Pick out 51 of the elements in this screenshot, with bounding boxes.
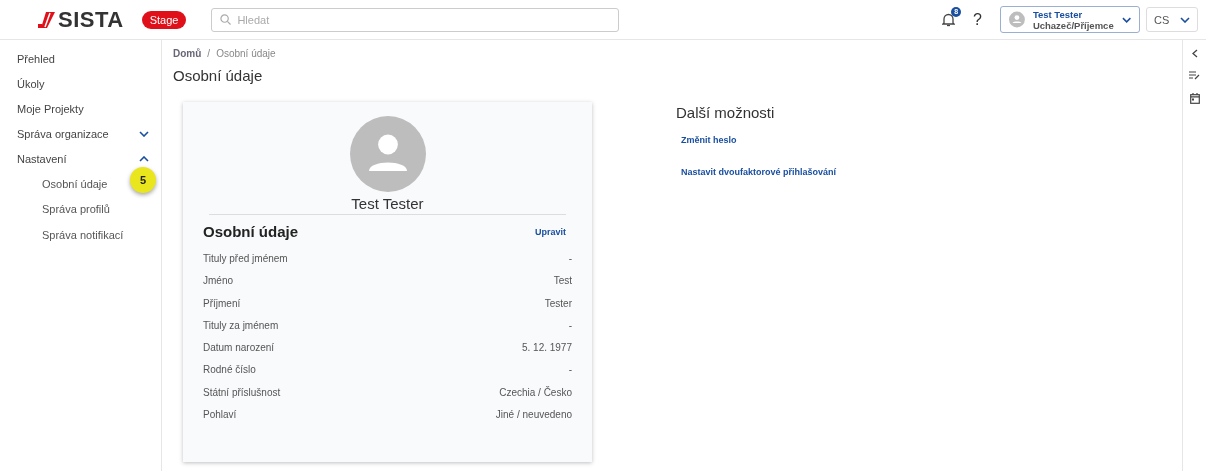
language-select[interactable]: CS bbox=[1146, 7, 1198, 32]
field-label: Rodné číslo bbox=[203, 364, 256, 378]
field-value: 5. 12. 1977 bbox=[521, 342, 572, 356]
avatar-icon bbox=[1009, 11, 1025, 28]
section-title: Osobní údaje bbox=[203, 223, 298, 240]
breadcrumb-current: Osobní údaje bbox=[216, 48, 276, 59]
field-label: Tituly za jménem bbox=[203, 319, 279, 333]
field-value: - bbox=[568, 253, 572, 266]
page-title: Osobní údaje bbox=[173, 67, 264, 84]
field-value: - bbox=[568, 319, 572, 333]
field-label: Státní příslušnost bbox=[203, 386, 281, 400]
help-button[interactable]: ? bbox=[973, 10, 982, 29]
chevron-left-icon[interactable] bbox=[1191, 49, 1198, 58]
logo-text: SISTA bbox=[58, 6, 124, 33]
field-value: Czechia / Česko bbox=[499, 386, 572, 400]
edit-list-icon[interactable] bbox=[1189, 71, 1200, 80]
bell-icon[interactable] bbox=[942, 12, 956, 27]
breadcrumb-separator: / bbox=[207, 48, 211, 59]
step-badge: 5 bbox=[130, 167, 156, 193]
edit-link[interactable]: Upravit bbox=[535, 226, 566, 237]
sidebar-item[interactable]: Přehled bbox=[0, 46, 161, 71]
field-value: Tester bbox=[544, 297, 572, 311]
option-link[interactable]: Nastavit dvoufaktorové přihlašování bbox=[681, 167, 837, 177]
field-label: Pohlaví bbox=[203, 409, 237, 423]
field-value: - bbox=[568, 364, 572, 378]
chevron-icon[interactable] bbox=[139, 155, 149, 162]
sidebar-item[interactable]: Úkoly bbox=[0, 71, 161, 96]
breadcrumb-link[interactable]: Domů bbox=[173, 48, 202, 59]
field-value: Jiné / neuvedeno bbox=[495, 409, 572, 423]
logo-icon bbox=[38, 10, 56, 29]
profile-name: Test Tester bbox=[351, 195, 424, 212]
calendar-icon[interactable] bbox=[1189, 93, 1200, 104]
avatar-icon bbox=[349, 116, 426, 192]
sidebar-subitem[interactable]: Správa profilů bbox=[0, 196, 161, 222]
environment-badge: Stage bbox=[141, 10, 187, 29]
chevron-icon[interactable] bbox=[139, 130, 149, 137]
chevron-icon bbox=[1180, 16, 1190, 23]
field-label: Tituly před jménem bbox=[203, 253, 288, 266]
field-label: Příjmení bbox=[203, 297, 241, 311]
chevron-icon bbox=[1121, 16, 1131, 23]
user-menu[interactable]: Test Tester Uchazeč/Příjemce bbox=[1000, 6, 1140, 33]
section-title: Další možnosti bbox=[676, 104, 776, 121]
option-link[interactable]: Změnit heslo bbox=[681, 135, 837, 145]
sidebar-item[interactable]: Moje Projekty bbox=[0, 96, 161, 121]
field-label: Datum narození bbox=[203, 342, 275, 356]
search-icon bbox=[220, 13, 232, 25]
search-field[interactable]: Hledat bbox=[211, 7, 620, 32]
sidebar-item[interactable]: Správa organizace bbox=[0, 121, 161, 146]
field-value: Test bbox=[553, 275, 572, 289]
sidebar-subitem[interactable]: Správa notifikací bbox=[0, 222, 161, 248]
field-label: Jméno bbox=[203, 275, 233, 289]
